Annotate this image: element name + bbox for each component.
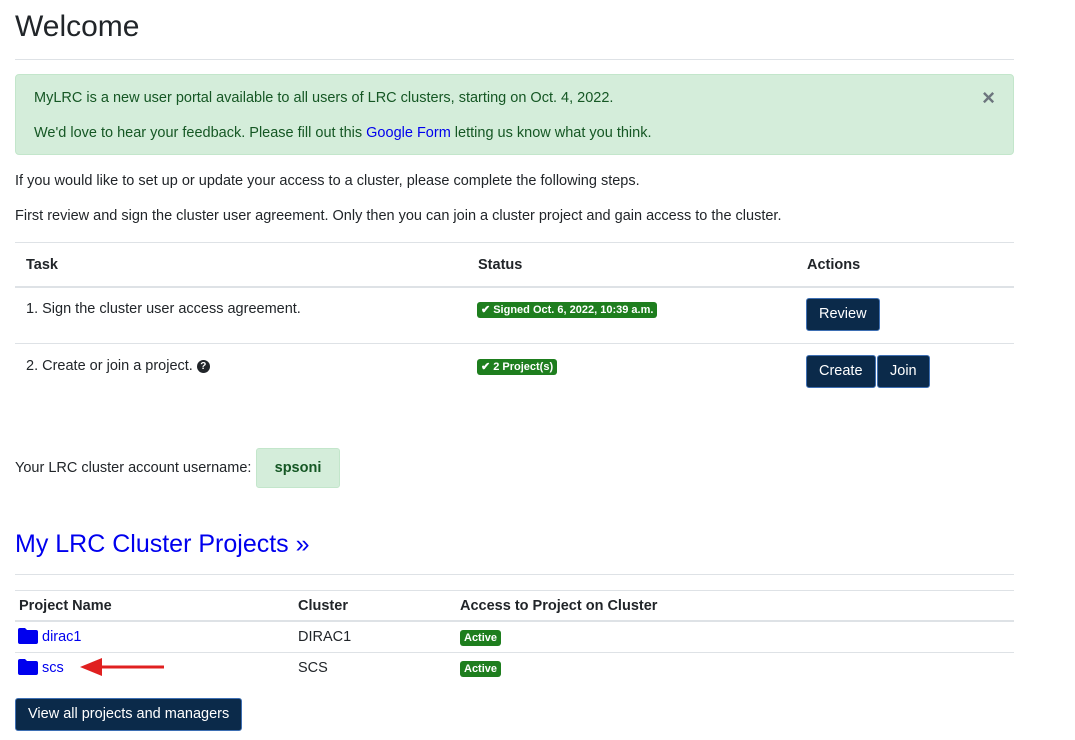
alert-line-2: We'd love to hear your feedback. Please … xyxy=(34,125,651,141)
col-header-access: Access to Project on Cluster xyxy=(460,598,658,614)
username-label: Your LRC cluster account username: xyxy=(15,460,252,476)
feedback-alert: MyLRC is a new user portal available to … xyxy=(15,74,1014,155)
col-header-actions: Actions xyxy=(807,257,861,273)
intro-paragraph-1: If you would like to set up or update yo… xyxy=(15,173,640,189)
task-1-label: 1. Sign the cluster user access agreemen… xyxy=(26,301,301,317)
projects-heading: My LRC Cluster Projects » xyxy=(15,530,310,559)
col-header-project-name: Project Name xyxy=(19,598,112,614)
folder-icon xyxy=(18,628,38,644)
view-all-projects-button[interactable]: View all projects and managers xyxy=(15,698,243,731)
task-2-text: 2. Create or join a project. xyxy=(26,358,193,374)
intro-paragraph-2: First review and sign the cluster user a… xyxy=(15,208,782,224)
folder-icon xyxy=(18,659,38,675)
projects-header-border xyxy=(15,620,1014,622)
projects-heading-link[interactable]: My LRC Cluster Projects » xyxy=(15,530,310,558)
alert-line-1: MyLRC is a new user portal available to … xyxy=(34,90,614,106)
red-arrow-annotation xyxy=(80,658,164,676)
alert-text-before: We'd love to hear your feedback. Please … xyxy=(34,125,367,141)
projects-heading-divider xyxy=(15,574,1014,575)
check-icon: ✔ xyxy=(481,361,491,373)
access-badge-scs: Active xyxy=(460,661,502,677)
alert-text-after: letting us know what you think. xyxy=(450,125,652,141)
status-badge-projects: ✔ 2 Project(s) xyxy=(477,359,558,375)
check-icon: ✔ xyxy=(481,304,491,316)
project-cluster-dirac1: DIRAC1 xyxy=(298,629,352,645)
task-2-label: 2. Create or join a project.? xyxy=(26,358,210,374)
access-badge-dirac1: Active xyxy=(460,630,502,646)
projects-table-top-border xyxy=(15,590,1014,591)
projects-row-divider xyxy=(15,652,1014,653)
col-header-task: Task xyxy=(26,257,58,273)
project-cluster-scs: SCS xyxy=(298,660,328,676)
project-link-dirac1[interactable]: dirac1 xyxy=(42,629,82,645)
create-button[interactable]: Create xyxy=(806,355,876,388)
review-button[interactable]: Review xyxy=(806,298,880,331)
project-link-scs[interactable]: scs xyxy=(42,660,64,676)
status-badge-projects-text: 2 Project(s) xyxy=(493,361,554,373)
status-badge-signed-text: Signed Oct. 6, 2022, 10:39 a.m. xyxy=(493,304,654,316)
row-divider xyxy=(15,343,1014,344)
google-form-link[interactable]: Google Form xyxy=(366,125,451,141)
col-header-cluster: Cluster xyxy=(298,598,348,614)
username-value: spsoni xyxy=(256,448,340,488)
table-top-border xyxy=(15,242,1014,243)
table-header-border xyxy=(15,286,1014,288)
col-header-status: Status xyxy=(478,257,523,273)
status-badge-signed: ✔ Signed Oct. 6, 2022, 10:39 a.m. xyxy=(477,302,658,318)
question-circle-icon[interactable]: ? xyxy=(196,359,210,373)
title-divider xyxy=(15,59,1014,60)
page-title: Welcome xyxy=(15,10,140,43)
close-icon[interactable]: × xyxy=(982,87,995,109)
join-button[interactable]: Join xyxy=(877,355,930,388)
